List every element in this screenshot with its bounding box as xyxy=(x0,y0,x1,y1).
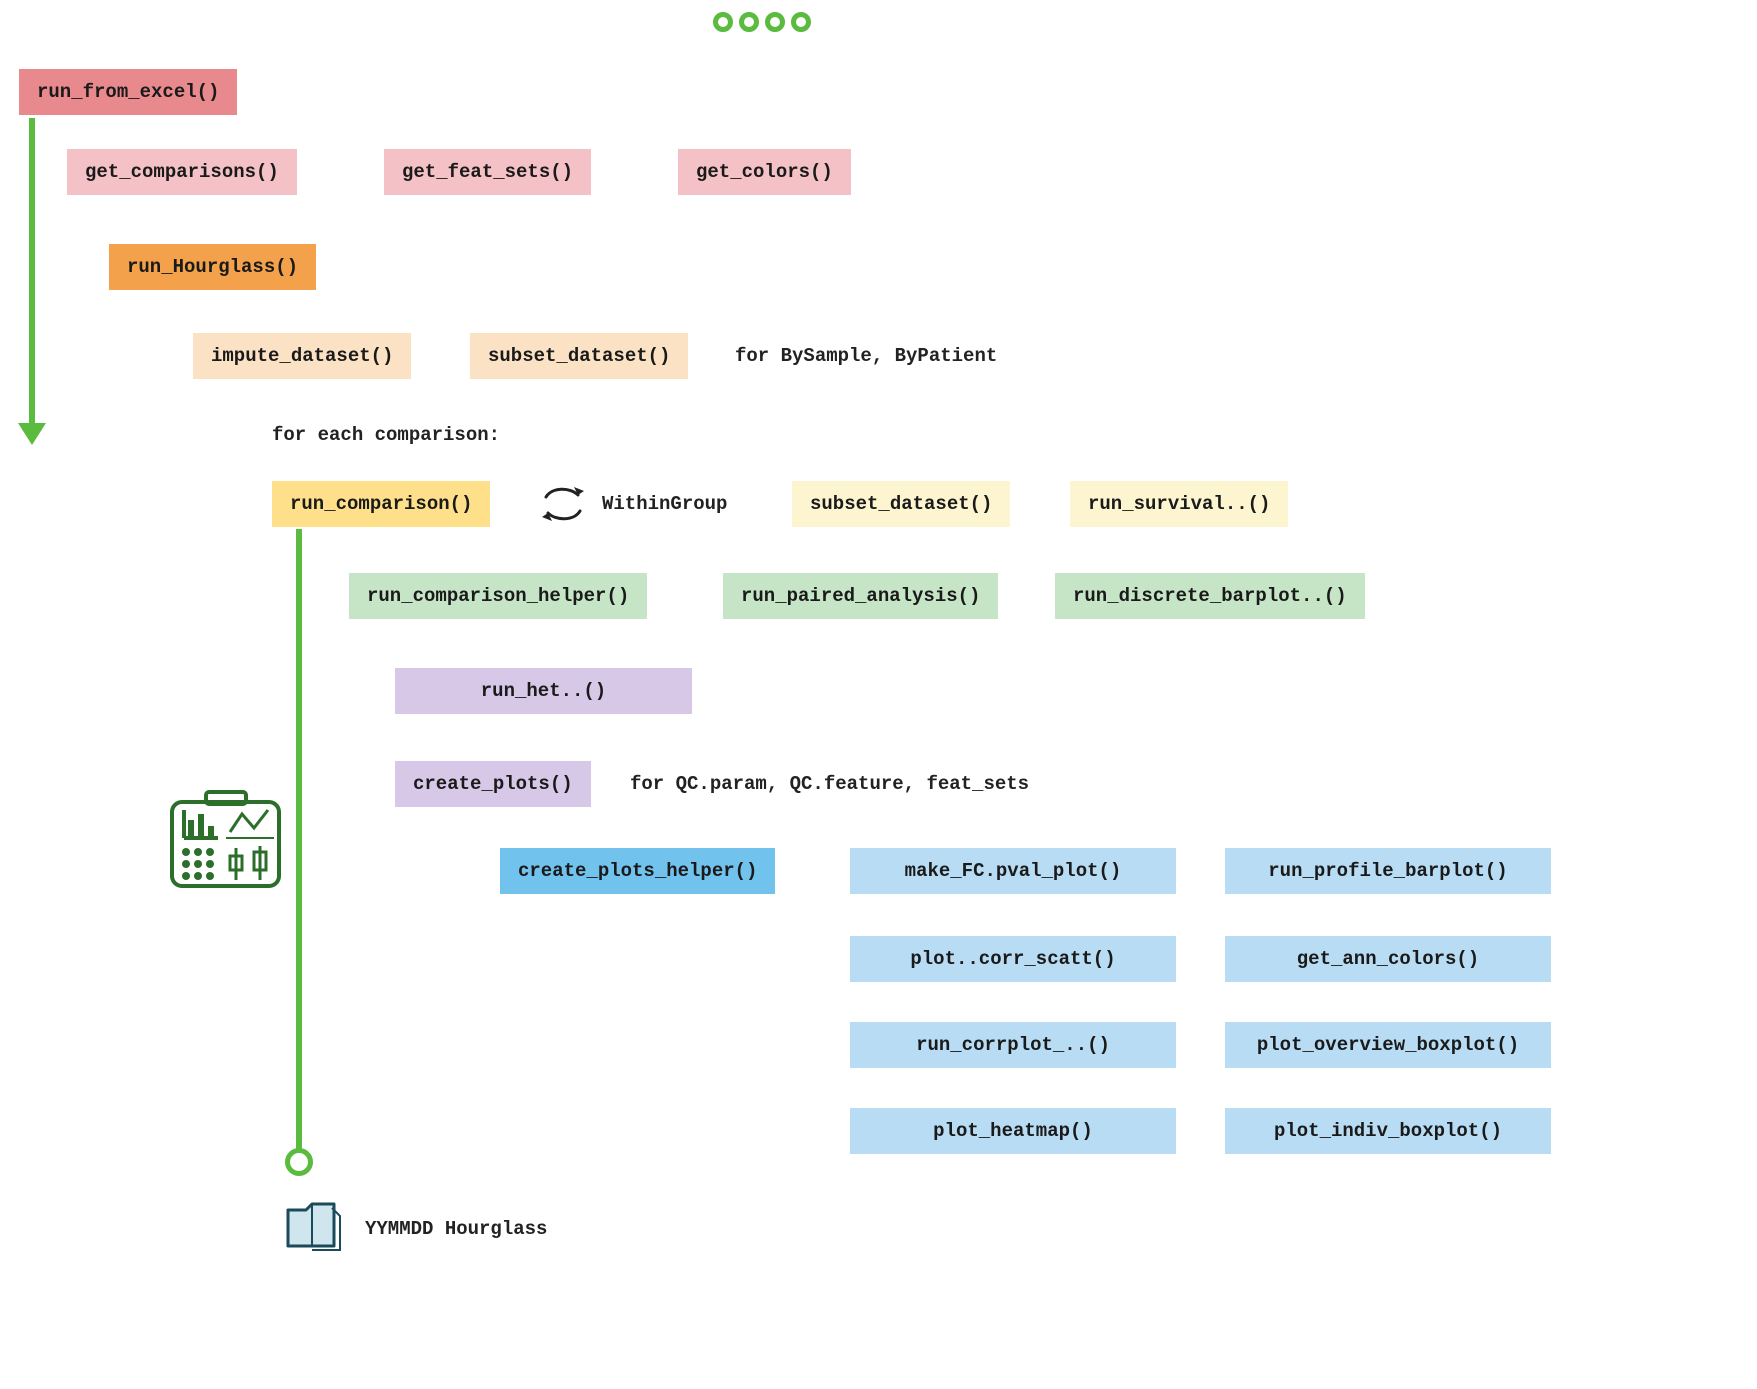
block-get-colors: get_colors() xyxy=(678,149,851,195)
timeline-inner-endpoint xyxy=(285,1148,313,1176)
block-make-fc-pval-plot: make_FC.pval_plot() xyxy=(850,848,1176,894)
block-run-profile-barplot: run_profile_barplot() xyxy=(1225,848,1551,894)
block-run-discrete-barplot: run_discrete_barplot..() xyxy=(1055,573,1365,619)
block-plot-heatmap: plot_heatmap() xyxy=(850,1108,1176,1154)
arrow-outer-head xyxy=(18,423,46,445)
block-plot-corr-scatt: plot..corr_scatt() xyxy=(850,936,1176,982)
block-run-from-excel: run_from_excel() xyxy=(19,69,237,115)
block-run-het: run_het..() xyxy=(395,668,692,714)
block-create-plots: create_plots() xyxy=(395,761,591,807)
block-run-comparison: run_comparison() xyxy=(272,481,490,527)
block-get-comparisons: get_comparisons() xyxy=(67,149,297,195)
block-run-comparison-helper: run_comparison_helper() xyxy=(349,573,647,619)
block-get-feat-sets: get_feat_sets() xyxy=(384,149,591,195)
dashboard-icon xyxy=(168,790,283,890)
block-plot-indiv-boxplot: plot_indiv_boxplot() xyxy=(1225,1108,1551,1154)
swap-arrows-icon xyxy=(540,481,586,527)
arrow-outer xyxy=(29,118,35,425)
label-qc-params: for QC.param, QC.feature, feat_sets xyxy=(630,773,1029,795)
label-within-group: WithinGroup xyxy=(602,493,727,515)
block-run-corrplot: run_corrplot_..() xyxy=(850,1022,1176,1068)
header-dots-icon xyxy=(713,12,811,32)
label-by-sample-patient: for BySample, ByPatient xyxy=(735,345,997,367)
block-get-ann-colors: get_ann_colors() xyxy=(1225,936,1551,982)
label-for-each-comparison: for each comparison: xyxy=(272,424,500,446)
block-run-survival: run_survival..() xyxy=(1070,481,1288,527)
block-subset-dataset-b: subset_dataset() xyxy=(792,481,1010,527)
label-folder: YYMMDD Hourglass xyxy=(365,1218,547,1240)
block-run-hourglass: run_Hourglass() xyxy=(109,244,316,290)
block-impute-dataset: impute_dataset() xyxy=(193,333,411,379)
timeline-inner xyxy=(296,529,302,1157)
block-subset-dataset-a: subset_dataset() xyxy=(470,333,688,379)
block-create-plots-helper: create_plots_helper() xyxy=(500,848,775,894)
block-run-paired-analysis: run_paired_analysis() xyxy=(723,573,998,619)
block-plot-overview-boxplot: plot_overview_boxplot() xyxy=(1225,1022,1551,1068)
diagram-canvas: run_from_excel() get_comparisons() get_f… xyxy=(0,0,1757,1389)
folder-icon xyxy=(284,1200,344,1256)
